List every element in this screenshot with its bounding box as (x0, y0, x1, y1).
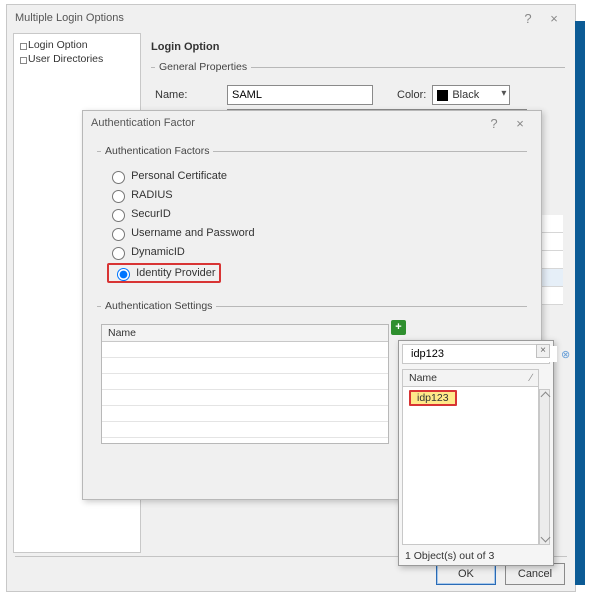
sort-icon[interactable]: ∕ (530, 372, 532, 384)
close-icon[interactable]: × (541, 11, 567, 26)
name-label: Name: (155, 89, 221, 101)
radio-dynamicid[interactable]: DynamicID (107, 244, 523, 260)
radio-identity-provider-label: Identity Provider (136, 267, 215, 279)
auth-settings-col-name: Name (102, 325, 388, 342)
clear-search-icon[interactable]: ⊗ (561, 348, 570, 361)
auth-factors-group: Authentication Factors Personal Certific… (97, 145, 527, 290)
radio-radius-label: RADIUS (131, 189, 173, 201)
general-properties-legend: General Properties (155, 61, 251, 73)
radio-radius-input[interactable] (112, 190, 125, 203)
table-row[interactable] (102, 422, 388, 438)
radio-userpw-input[interactable] (112, 228, 125, 241)
main-ok-button[interactable]: OK (436, 563, 496, 585)
radio-identity-provider-input[interactable] (117, 268, 130, 281)
auth-settings-table[interactable]: Name + (101, 324, 389, 444)
right-accent-stripe (575, 21, 585, 585)
main-title: Multiple Login Options (15, 12, 515, 24)
name-input[interactable] (227, 85, 373, 105)
main-title-bar: Multiple Login Options ? × (7, 5, 575, 31)
radio-dynamicid-label: DynamicID (131, 246, 185, 258)
radio-securid[interactable]: SecurID (107, 206, 523, 222)
auth-title-bar: Authentication Factor ? × (83, 111, 541, 135)
color-value: Black (452, 89, 479, 101)
popup-scrollbar[interactable] (539, 389, 550, 545)
popup-col-name: Name (409, 372, 437, 384)
radio-dynamicid-input[interactable] (112, 247, 125, 260)
radio-userpw-label: Username and Password (131, 227, 255, 239)
radio-userpw[interactable]: Username and Password (107, 225, 523, 241)
help-icon[interactable]: ? (515, 11, 541, 26)
table-row[interactable] (102, 390, 388, 406)
main-footer: OK Cancel (430, 563, 565, 585)
color-swatch (437, 90, 448, 101)
add-button[interactable]: + (391, 320, 406, 335)
tree-node-user-directories[interactable]: User Directories (18, 52, 136, 66)
table-row[interactable] (102, 342, 388, 358)
radio-personal-cert-label: Personal Certificate (131, 170, 227, 182)
color-select[interactable]: Black (432, 85, 510, 105)
popup-list-header: Name ∕ (403, 370, 538, 387)
idp-search-popup: × ⊗ Name ∕ idp123 1 Object(s) out of 3 (398, 340, 554, 566)
radio-identity-provider[interactable]: Identity Provider (107, 263, 523, 283)
table-row[interactable] (102, 406, 388, 422)
popup-search-input[interactable] (407, 346, 557, 362)
tree-node-login-option[interactable]: Login Option (18, 38, 136, 52)
radio-securid-input[interactable] (112, 209, 125, 222)
radio-radius[interactable]: RADIUS (107, 187, 523, 203)
main-cancel-button[interactable]: Cancel (505, 563, 565, 585)
list-item[interactable]: idp123 (403, 387, 538, 409)
auth-settings-legend: Authentication Settings (101, 300, 216, 312)
table-row[interactable] (102, 374, 388, 390)
popup-footer: 1 Object(s) out of 3 (399, 547, 553, 565)
popup-item-idp123[interactable]: idp123 (409, 390, 457, 406)
radio-personal-cert[interactable]: Personal Certificate (107, 168, 523, 184)
popup-result-list[interactable]: Name ∕ idp123 (402, 369, 539, 545)
table-row[interactable] (102, 358, 388, 374)
auth-factors-legend: Authentication Factors (101, 145, 213, 157)
popup-search-row: ⊗ (402, 344, 550, 364)
auth-title: Authentication Factor (91, 117, 481, 129)
auth-help-icon[interactable]: ? (481, 116, 507, 131)
radio-personal-cert-input[interactable] (112, 171, 125, 184)
radio-securid-label: SecurID (131, 208, 171, 220)
name-row: Name: Color: Black (155, 85, 561, 105)
color-label: Color: (397, 89, 426, 101)
page-title: Login Option (151, 41, 565, 53)
auth-close-icon[interactable]: × (507, 116, 533, 131)
popup-close-icon[interactable]: × (536, 344, 550, 358)
